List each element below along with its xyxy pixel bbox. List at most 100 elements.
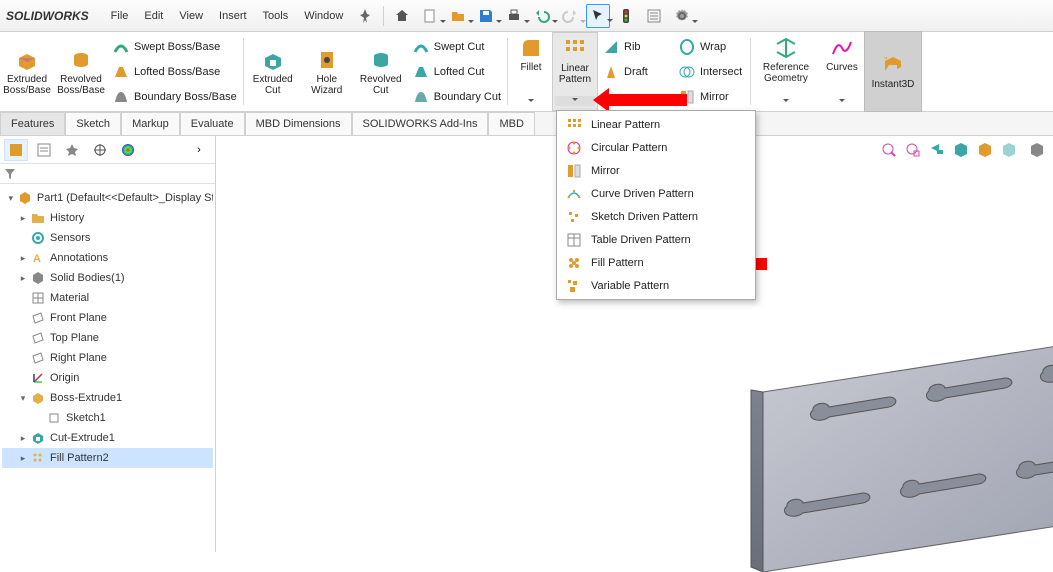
undo-icon[interactable] — [530, 4, 554, 28]
view-orientation-icon[interactable] — [975, 140, 995, 160]
tab-evaluate[interactable]: Evaluate — [180, 112, 245, 135]
linear-pattern-button[interactable]: Linear Pattern — [552, 32, 598, 111]
hole-wizard-button[interactable]: Hole Wizard — [300, 32, 354, 111]
tree-node[interactable]: ▸Fill Pattern2 — [2, 448, 213, 468]
tab-mbd[interactable]: MBD — [488, 112, 534, 135]
settings-gear-icon[interactable] — [670, 4, 694, 28]
pattern-dropdown-menu: Linear Pattern Circular Pattern Mirror C… — [556, 110, 756, 300]
more-tab-icon[interactable]: › — [187, 139, 211, 161]
menu-table-driven-pattern[interactable]: Table Driven Pattern — [557, 228, 755, 251]
tree-node[interactable]: ▸History — [2, 208, 213, 228]
tree-node[interactable]: Right Plane — [2, 348, 213, 368]
fillet-button[interactable]: Fillet — [510, 32, 552, 111]
menu-file[interactable]: File — [103, 6, 137, 26]
hide-show-icon[interactable] — [1027, 140, 1047, 160]
lofted-cut-icon — [412, 63, 430, 81]
save-icon[interactable] — [474, 4, 498, 28]
feature-filter-bar[interactable] — [0, 164, 215, 184]
menu-mirror[interactable]: Mirror — [557, 159, 755, 182]
tree-icon — [30, 230, 46, 246]
refgeo-dropdown[interactable] — [783, 97, 789, 107]
revolved-boss-button[interactable]: Revolved Boss/Base — [54, 32, 108, 111]
open-folder-icon[interactable] — [446, 4, 470, 28]
zoom-fit-icon[interactable] — [879, 140, 899, 160]
section-view-icon[interactable] — [951, 140, 971, 160]
dimxpert-tab-icon[interactable] — [88, 139, 112, 161]
boundary-boss-icon — [112, 88, 130, 106]
select-cursor-icon[interactable] — [586, 4, 610, 28]
tree-node[interactable]: Sensors — [2, 228, 213, 248]
tree-node[interactable]: Top Plane — [2, 328, 213, 348]
tab-add-ins[interactable]: SOLIDWORKS Add-Ins — [352, 112, 489, 135]
new-document-icon[interactable] — [418, 4, 442, 28]
menu-curve-driven-pattern[interactable]: Curve Driven Pattern — [557, 182, 755, 205]
menu-view[interactable]: View — [171, 6, 211, 26]
linear-pattern-dropdown[interactable] — [555, 96, 595, 106]
tree-node[interactable]: ▸AAnnotations — [2, 248, 213, 268]
zoom-area-icon[interactable] — [903, 140, 923, 160]
extruded-cut-button[interactable]: Extruded Cut — [246, 32, 300, 111]
tree-node[interactable]: Front Plane — [2, 308, 213, 328]
menu-linear-pattern[interactable]: Linear Pattern — [557, 113, 755, 136]
traffic-light-icon[interactable] — [614, 4, 638, 28]
reference-geometry-button[interactable]: Reference Geometry — [753, 32, 819, 111]
fillet-icon — [519, 36, 543, 60]
property-tab-icon[interactable] — [32, 139, 56, 161]
config-tab-icon[interactable] — [60, 139, 84, 161]
wrap-button[interactable]: Wrap — [678, 38, 726, 56]
feature-tree: ▾ Part1 (Default<<Default>_Display Sta ▸… — [0, 184, 215, 552]
tree-node[interactable]: ▸Cut-Extrude1 — [2, 428, 213, 448]
tab-features[interactable]: Features — [0, 112, 65, 135]
revolved-boss-icon — [69, 48, 93, 72]
curves-dropdown[interactable] — [839, 97, 845, 107]
menu-edit[interactable]: Edit — [136, 6, 171, 26]
draft-button[interactable]: Draft — [602, 63, 662, 81]
redo-icon[interactable] — [558, 4, 582, 28]
menu-fill-pattern[interactable]: Fill Pattern — [557, 251, 755, 274]
lofted-boss-button[interactable]: Lofted Boss/Base — [112, 60, 237, 84]
display-tab-icon[interactable] — [116, 139, 140, 161]
options-list-icon[interactable] — [642, 4, 666, 28]
boundary-cut-button[interactable]: Boundary Cut — [412, 85, 501, 109]
tree-node[interactable]: Sketch1 — [2, 408, 213, 428]
feature-manager-tabs: › — [0, 136, 215, 164]
menu-tools[interactable]: Tools — [255, 6, 297, 26]
previous-view-icon[interactable] — [927, 140, 947, 160]
tab-markup[interactable]: Markup — [121, 112, 180, 135]
pin-icon[interactable] — [353, 4, 377, 28]
curves-icon — [830, 36, 854, 60]
ribbon-separator — [750, 38, 751, 105]
heads-up-toolbar — [879, 140, 1047, 160]
tree-node[interactable]: ▸Solid Bodies(1) — [2, 268, 213, 288]
tree-root[interactable]: ▾ Part1 (Default<<Default>_Display Sta — [2, 188, 213, 208]
swept-boss-button[interactable]: Swept Boss/Base — [112, 35, 237, 59]
home-icon[interactable] — [390, 4, 414, 28]
tab-mbd-dimensions[interactable]: MBD Dimensions — [245, 112, 352, 135]
instant3d-button[interactable]: Instant3D — [865, 32, 921, 111]
boundary-boss-button[interactable]: Boundary Boss/Base — [112, 85, 237, 109]
tree-node[interactable]: Material — [2, 288, 213, 308]
tab-sketch[interactable]: Sketch — [65, 112, 121, 135]
extruded-boss-icon — [15, 48, 39, 72]
menu-insert[interactable]: Insert — [211, 6, 255, 26]
display-style-icon[interactable] — [999, 140, 1019, 160]
tree-icon — [30, 450, 46, 466]
menu-variable-pattern[interactable]: Variable Pattern — [557, 274, 755, 297]
app-logo: SOLIDWORKS — [4, 7, 89, 25]
curves-button[interactable]: Curves — [819, 32, 865, 111]
menu-window[interactable]: Window — [296, 6, 351, 26]
intersect-button[interactable]: Intersect — [678, 63, 742, 81]
menu-sketch-driven-pattern[interactable]: Sketch Driven Pattern — [557, 205, 755, 228]
tree-node[interactable]: ▾Boss-Extrude1 — [2, 388, 213, 408]
menu-circular-pattern[interactable]: Circular Pattern — [557, 136, 755, 159]
tree-icon — [30, 310, 46, 326]
extruded-boss-button[interactable]: Extruded Boss/Base — [0, 32, 54, 111]
tree-node[interactable]: Origin — [2, 368, 213, 388]
feature-tree-tab-icon[interactable] — [4, 139, 28, 161]
revolved-cut-button[interactable]: Revolved Cut — [354, 32, 408, 111]
fillet-dropdown[interactable] — [528, 97, 534, 107]
swept-cut-button[interactable]: Swept Cut — [412, 35, 501, 59]
lofted-cut-button[interactable]: Lofted Cut — [412, 60, 501, 84]
print-icon[interactable] — [502, 4, 526, 28]
rib-button[interactable]: Rib — [602, 38, 662, 56]
